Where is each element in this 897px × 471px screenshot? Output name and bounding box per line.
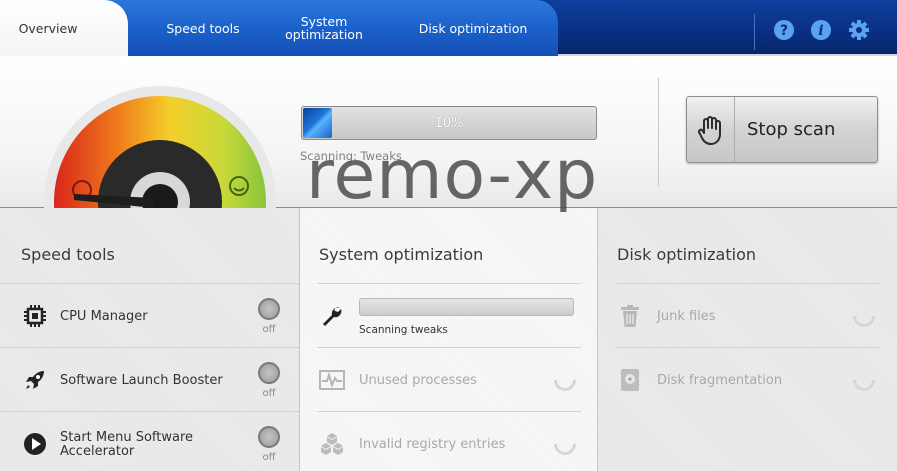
scan-progress-text: 10% — [434, 115, 464, 131]
disk-optimization-title: Disk optimization — [617, 245, 756, 264]
tab-overview[interactable]: Overview — [0, 0, 128, 56]
start-menu-accelerator-toggle[interactable] — [258, 426, 280, 448]
registry-cubes-icon — [319, 431, 345, 457]
speed-tools-panel: Speed tools CPU Manager off Software Lau… — [0, 208, 299, 471]
disk-icon — [617, 367, 643, 393]
launch-booster-state: off — [262, 388, 276, 399]
help-icon[interactable]: ? — [772, 18, 796, 42]
speed-tools-title: Speed tools — [21, 245, 115, 264]
cpu-manager-state: off — [262, 324, 276, 335]
info-glyph: i — [818, 23, 823, 39]
stop-scan-button[interactable]: Stop scan — [686, 96, 878, 163]
scan-area: 10% Scanning: Tweaks Stop scan — [0, 56, 897, 208]
trash-icon — [617, 303, 643, 329]
tab-system-optimization-label: System optimization — [285, 14, 363, 42]
system-opt-row-unused-processes: Unused processes — [317, 347, 581, 411]
cpu-manager-toggle[interactable] — [258, 298, 280, 320]
speed-tool-row-cpu-manager[interactable]: CPU Manager off — [0, 283, 299, 347]
launch-booster-label: Software Launch Booster — [60, 373, 223, 388]
disk-fragmentation-label: Disk fragmentation — [657, 373, 783, 388]
disk-optimization-panel: Disk optimization Junk files Disk fragme… — [598, 208, 897, 471]
junk-files-label: Junk files — [657, 309, 716, 324]
speed-tool-row-start-menu-accelerator[interactable]: Start Menu Software Accelerator off — [0, 411, 299, 471]
disk-opt-row-junk-files: Junk files — [615, 283, 880, 347]
scan-status-text: Scanning: Tweaks — [300, 149, 402, 163]
system-optimization-panel: System optimization Scanning tweaks Unus… — [299, 208, 598, 471]
invalid-registry-spinner — [549, 428, 581, 460]
scan-divider — [658, 78, 659, 186]
tab-speed-tools-label: Speed tools — [166, 20, 240, 36]
rocket-icon — [22, 367, 48, 393]
tab-disk-optimization-label: Disk optimization — [418, 20, 528, 36]
unused-processes-spinner — [549, 364, 581, 396]
scan-progress-bar: 10% — [301, 106, 597, 140]
launch-booster-toggle[interactable] — [258, 362, 280, 384]
junk-files-spinner — [848, 300, 880, 332]
performance-gauge — [44, 76, 276, 208]
scanning-tweaks-label: Scanning tweaks — [359, 324, 448, 336]
cpu-chip-icon — [22, 303, 48, 329]
play-icon — [22, 431, 48, 457]
gear-icon[interactable] — [847, 18, 871, 42]
top-navigation-bar: Disk optimization System optimization Sp… — [0, 0, 897, 56]
unused-processes-label: Unused processes — [359, 373, 477, 388]
start-menu-accelerator-label: Start Menu Software Accelerator — [60, 430, 194, 459]
hand-stop-icon — [687, 97, 735, 162]
speed-tool-row-launch-booster[interactable]: Software Launch Booster off — [0, 347, 299, 411]
system-opt-row-scanning-tweaks: Scanning tweaks — [317, 283, 581, 347]
system-opt-row-invalid-registry: Invalid registry entries — [317, 411, 581, 471]
pulse-icon — [319, 367, 345, 393]
system-optimization-title: System optimization — [319, 245, 484, 264]
invalid-registry-label: Invalid registry entries — [359, 437, 506, 452]
disk-fragmentation-spinner — [848, 364, 880, 396]
wrench-icon — [319, 303, 345, 329]
stop-scan-label: Stop scan — [747, 119, 836, 140]
cpu-manager-label: CPU Manager — [60, 309, 148, 324]
start-menu-accelerator-state: off — [262, 452, 276, 463]
scanning-tweaks-progress-bar — [359, 298, 574, 316]
disk-opt-row-disk-fragmentation: Disk fragmentation — [615, 347, 880, 411]
tab-overview-label: Overview — [18, 20, 78, 36]
info-icon[interactable]: i — [809, 18, 833, 42]
help-glyph: ? — [780, 23, 788, 39]
nav-divider — [754, 14, 755, 50]
